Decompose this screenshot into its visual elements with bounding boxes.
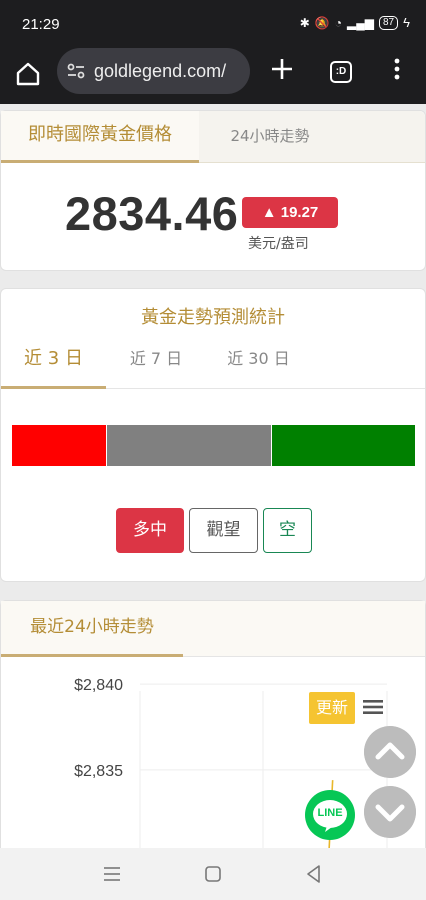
price-unit: 美元/盎司 (248, 236, 309, 252)
system-nav-bar (0, 848, 426, 900)
chart-menu-icon[interactable] (362, 698, 384, 716)
tab-7-days[interactable]: 近 7 日 (106, 333, 206, 389)
more-menu-icon[interactable] (388, 55, 406, 83)
bull-ratio-bar (12, 425, 106, 466)
price-tabs: 即時國際黃金價格 24小時走勢 (1, 111, 425, 163)
tab-switcher-icon[interactable]: :D (330, 61, 352, 83)
charging-icon: ϟ (403, 15, 410, 30)
home-icon[interactable] (14, 60, 42, 88)
vote-neutral-button[interactable]: 觀望 (189, 508, 258, 553)
chart-ytick-label: $2,835 (74, 763, 123, 780)
browser-toolbar: goldlegend.com/ :D (0, 46, 426, 104)
status-bar: 21:29 ✱ 🔕 ◔ ▂▄▆ 87 ϟ (0, 0, 426, 46)
battery-icon: 87 (378, 15, 399, 30)
scroll-down-icon[interactable] (364, 786, 416, 838)
neutral-ratio-bar (107, 425, 271, 466)
line-label: LINE (317, 807, 343, 819)
site-settings-icon[interactable] (66, 61, 86, 81)
tab-24h-trend[interactable]: 24小時走勢 (199, 111, 341, 163)
trend-header: 最近24小時走勢 (1, 601, 425, 657)
status-icons: ✱ 🔕 ◔ ▂▄▆ 87 ϟ (300, 15, 410, 30)
tab-30-days[interactable]: 近 30 日 (206, 333, 311, 389)
bluetooth-icon: ✱ (299, 15, 310, 30)
back-icon[interactable] (302, 862, 326, 886)
web-content: 即時國際黃金價格 24小時走勢 2834.46 ▲ 19.27 美元/盎司 黃金… (0, 104, 426, 848)
status-time: 21:29 (22, 16, 60, 33)
vote-bull-button[interactable]: 多中 (116, 508, 184, 553)
bear-ratio-bar (272, 425, 415, 466)
recent-apps-icon[interactable] (100, 862, 124, 886)
tab-realtime-price[interactable]: 即時國際黃金價格 (1, 111, 199, 163)
mute-icon: 🔕 (314, 15, 330, 30)
tab-3-days[interactable]: 近 3 日 (1, 333, 106, 389)
trend-title[interactable]: 最近24小時走勢 (1, 601, 183, 657)
trend-chart: $2,840$2,835$2,830 (74, 677, 388, 848)
chart-ytick-label: $2,840 (74, 677, 123, 694)
refresh-button[interactable]: 更新 (309, 692, 355, 724)
price-card: 即時國際黃金價格 24小時走勢 2834.46 ▲ 19.27 美元/盎司 (0, 110, 426, 271)
price-change-badge: ▲ 19.27 (242, 197, 338, 228)
home-nav-icon[interactable] (201, 862, 225, 886)
url-text: goldlegend.com/ (94, 61, 227, 81)
line-share-button[interactable]: LINE (305, 790, 355, 840)
new-tab-icon[interactable] (268, 55, 296, 83)
url-bar[interactable]: goldlegend.com/ (57, 48, 250, 94)
forecast-title: 黃金走勢預測統計 (141, 307, 285, 328)
wifi-icon: ◔ (334, 15, 343, 30)
scroll-up-icon[interactable] (364, 726, 416, 778)
gold-price: 2834.46 (65, 187, 239, 240)
trend-card: 最近24小時走勢 $2,840$2,835$2,830 (0, 600, 426, 848)
signal-icon: ▂▄▆ (347, 15, 374, 30)
forecast-card: 黃金走勢預測統計 近 3 日 近 7 日 近 30 日 多中 觀望 空 (0, 288, 426, 582)
vote-bear-button[interactable]: 空 (263, 508, 312, 553)
range-tabs: 近 3 日 近 7 日 近 30 日 (1, 333, 425, 389)
chart-series-line-0 (328, 780, 334, 848)
